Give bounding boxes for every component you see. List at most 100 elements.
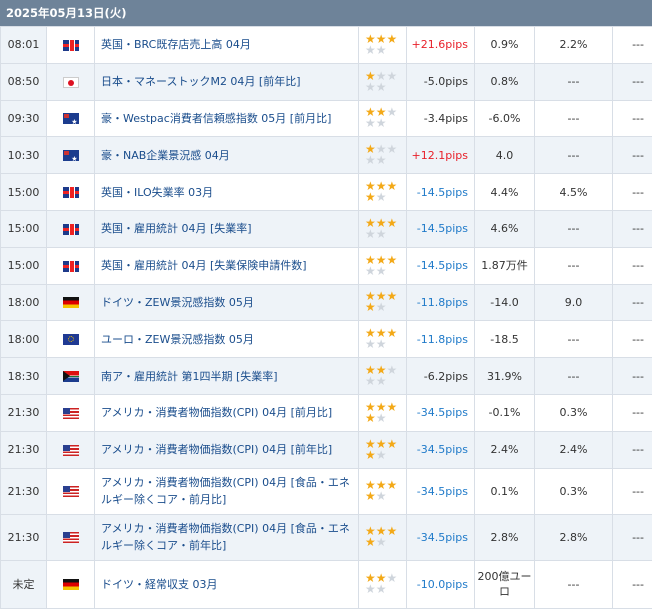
forecast-value: 2.4% [535,431,613,468]
star-icon: ★ [387,478,398,492]
event-name-link[interactable]: 英国・雇用統計 04月 [失業保険申請件数] [95,247,359,284]
pips-value: -10.0pips [407,560,475,608]
pips-value: -11.8pips [407,284,475,321]
pips-value: -3.4pips [407,100,475,137]
pips-value: +12.1pips [407,137,475,174]
star-icon: ★ [387,216,398,230]
star-icon: ★ [387,179,398,193]
event-time: 18:30 [1,358,47,395]
result-value: --- [613,468,652,514]
event-time: 15:00 [1,247,47,284]
forecast-value: 0.3% [535,468,613,514]
previous-value: 0.1% [475,468,535,514]
event-name-link[interactable]: 英国・ILO失業率 03月 [95,174,359,211]
event-time: 18:00 [1,284,47,321]
star-icon: ★ [376,80,387,94]
pips-value: +21.6pips [407,27,475,64]
uk-flag-icon [63,40,79,51]
pips-value: -5.0pips [407,63,475,100]
table-row: 15:00英国・雇用統計 04月 [失業率]★★★★★-14.5pips4.6%… [1,210,652,247]
us-flag-icon [63,445,79,456]
star-icon: ★ [387,571,398,585]
star-icon: ★ [387,32,398,46]
event-name-link[interactable]: ドイツ・ZEW景況感指数 05月 [95,284,359,321]
forecast-value: 2.2% [535,27,613,64]
event-name-link[interactable]: アメリカ・消費者物価指数(CPI) 04月 [前月比] [95,394,359,431]
forecast-value: --- [535,210,613,247]
event-time: 未定 [1,560,47,608]
economic-calendar-table: 08:01英国・BRC既存店売上高 04月★★★★★+21.6pips0.9%2… [0,26,652,609]
importance-stars: ★★★★★ [359,63,407,100]
star-icon: ★ [376,489,387,503]
pips-value: -34.5pips [407,468,475,514]
table-row: 21:30 アメリカ・消費者物価指数(CPI) 04月 [食品・エネルギー除くコア… [1,468,652,514]
previous-value: 0.9% [475,27,535,64]
flag-cell [47,431,95,468]
event-name-link[interactable]: アメリカ・消費者物価指数(CPI) 04月 [食品・エネルギー除くコア・前月比] [95,468,359,514]
pips-value: -34.5pips [407,394,475,431]
australia-flag-icon [63,113,79,124]
flag-cell [47,468,95,514]
event-name-link[interactable]: 日本・マネーストックM2 04月 [前年比] [95,63,359,100]
japan-flag-icon [63,77,79,88]
event-time: 08:01 [1,27,47,64]
result-value: --- [613,63,652,100]
event-name-link[interactable]: 豪・NAB企業景況感 04月 [95,137,359,174]
event-time: 08:50 [1,63,47,100]
flag-cell [47,321,95,358]
result-value: --- [613,27,652,64]
table-row: 09:30 豪・Westpac消費者信頼感指数 05月 [前月比]★★★★★-3.… [1,100,652,137]
previous-value: 4.4% [475,174,535,211]
forecast-value: --- [535,321,613,358]
previous-value: 2.8% [475,514,535,560]
previous-value: 4.0 [475,137,535,174]
table-row: 21:30アメリカ・消費者物価指数(CPI) 04月 [前年比]★★★★★-34… [1,431,652,468]
flag-cell [47,63,95,100]
result-value: --- [613,247,652,284]
event-name-link[interactable]: ユーロ・ZEW景況感指数 05月 [95,321,359,358]
importance-stars: ★★★★★ [359,100,407,137]
event-name-link[interactable]: 英国・BRC既存店売上高 04月 [95,27,359,64]
result-value: --- [613,394,652,431]
star-icon: ★ [365,190,376,204]
table-row: 未定ドイツ・経常収支 03月★★★★★-10.0pips200億ユーロ-----… [1,560,652,608]
star-icon: ★ [376,448,387,462]
event-time: 21:30 [1,468,47,514]
previous-value: 4.6% [475,210,535,247]
event-name-link[interactable]: ドイツ・経常収支 03月 [95,560,359,608]
result-value: --- [613,174,652,211]
calendar-date-header: 2025年05月13日(火) [0,0,652,26]
table-row: 15:00英国・雇用統計 04月 [失業保険申請件数]★★★★★-14.5pip… [1,247,652,284]
importance-stars: ★★★★★ [359,137,407,174]
pips-value: -14.5pips [407,210,475,247]
event-time: 21:30 [1,394,47,431]
previous-value: -18.5 [475,321,535,358]
result-value: --- [613,137,652,174]
result-value: --- [613,284,652,321]
star-icon: ★ [387,400,398,414]
south-africa-flag-icon [63,371,79,382]
forecast-value: --- [535,137,613,174]
previous-value: 1.87万件 [475,247,535,284]
table-row: 10:30豪・NAB企業景況感 04月★★★★★+12.1pips4.0----… [1,137,652,174]
germany-flag-icon [63,297,79,308]
importance-stars: ★★★★★ [359,174,407,211]
star-icon: ★ [365,582,376,596]
event-time: 15:00 [1,174,47,211]
importance-stars: ★★★★★ [359,468,407,514]
uk-flag-icon [63,261,79,272]
importance-stars: ★★★★★ [359,358,407,395]
event-time: 09:30 [1,100,47,137]
event-name-link[interactable]: 英国・雇用統計 04月 [失業率] [95,210,359,247]
pips-value: -11.8pips [407,321,475,358]
flag-cell [47,358,95,395]
event-name-link[interactable]: アメリカ・消費者物価指数(CPI) 04月 [食品・エネルギー除くコア・前年比] [95,514,359,560]
star-icon: ★ [387,363,398,377]
event-name-link[interactable]: アメリカ・消費者物価指数(CPI) 04月 [前年比] [95,431,359,468]
result-value: --- [613,514,652,560]
forecast-value: --- [535,560,613,608]
importance-stars: ★★★★★ [359,560,407,608]
event-name-link[interactable]: 豪・Westpac消費者信頼感指数 05月 [前月比] [95,100,359,137]
star-icon: ★ [365,535,376,549]
event-name-link[interactable]: 南ア・雇用統計 第1四半期 [失業率] [95,358,359,395]
